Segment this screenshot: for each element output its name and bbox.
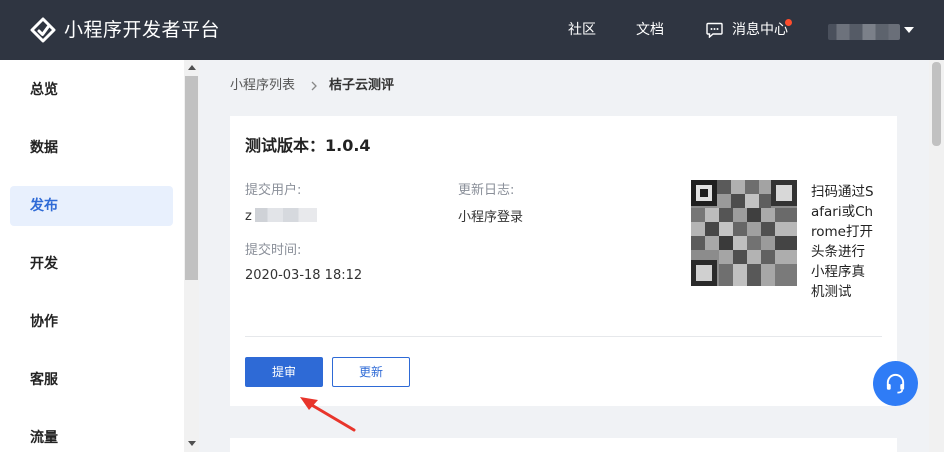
nav-docs-link[interactable]: 文档 — [636, 20, 664, 40]
top-bar: 小程序开发者平台 社区 文档 消息中心 — [0, 0, 944, 60]
breadcrumb-current-app: 桔子云测评 — [329, 78, 395, 93]
red-annotation-arrow-icon — [300, 397, 356, 432]
submit-time-label: 提交时间: — [245, 243, 302, 258]
test-version-card: 测试版本：1.0.4 提交用户: z 更新日志: 小程序登录 提交时间: 202… — [230, 116, 897, 406]
submit-user-value: z — [245, 209, 252, 224]
sidebar-item-data[interactable]: 数据 — [10, 128, 173, 168]
scroll-down-arrow-icon[interactable] — [188, 441, 196, 446]
sidebar: 总览 数据 发布 开发 协作 客服 流量 — [0, 60, 184, 452]
brand-logo-icon[interactable] — [30, 17, 56, 43]
customer-support-button[interactable] — [873, 361, 918, 406]
unread-dot-badge — [785, 19, 792, 26]
submit-user-value-blurred — [255, 208, 317, 222]
submit-time-value: 2020-03-18 18:12 — [245, 268, 363, 283]
sidebar-item-publish[interactable]: 发布 — [10, 186, 173, 226]
sidebar-item-overview[interactable]: 总览 — [10, 70, 173, 110]
changelog-label: 更新日志: — [458, 183, 515, 198]
user-account-name-blurred[interactable] — [828, 24, 900, 40]
sidebar-item-customer-service[interactable]: 客服 — [10, 360, 173, 400]
chevron-right-icon — [311, 81, 317, 91]
card-divider — [245, 336, 882, 337]
sidebar-item-collaborate[interactable]: 协作 — [10, 302, 173, 342]
update-button[interactable]: 更新 — [332, 357, 410, 387]
sidebar-scrollbar[interactable] — [184, 60, 199, 452]
scroll-up-arrow-icon[interactable] — [188, 65, 196, 70]
main-scroll-thumb[interactable] — [932, 62, 941, 146]
changelog-value: 小程序登录 — [458, 210, 524, 225]
submit-review-button[interactable]: 提审 — [245, 357, 323, 387]
submit-user-label: 提交用户: — [245, 183, 302, 198]
nav-community-link[interactable]: 社区 — [568, 20, 596, 40]
sidebar-scroll-thumb[interactable] — [185, 76, 198, 280]
caret-down-icon[interactable] — [904, 27, 914, 33]
card-title: 测试版本：1.0.4 — [245, 136, 371, 155]
headset-icon — [886, 373, 905, 394]
nav-message-center-link[interactable]: 消息中心 — [732, 20, 788, 40]
qr-code-blurred — [691, 180, 797, 286]
qr-scan-hint: 扫码通过Safari或Chrome打开头条进行小程序真机测试 — [811, 184, 874, 300]
message-icon[interactable] — [706, 22, 723, 38]
sidebar-item-develop[interactable]: 开发 — [10, 244, 173, 284]
main-scrollbar[interactable] — [929, 60, 944, 452]
next-card-partial — [230, 438, 897, 452]
brand-title[interactable]: 小程序开发者平台 — [64, 17, 220, 43]
sidebar-item-traffic[interactable]: 流量 — [10, 418, 173, 452]
breadcrumb-miniprogram-list[interactable]: 小程序列表 — [230, 76, 295, 96]
